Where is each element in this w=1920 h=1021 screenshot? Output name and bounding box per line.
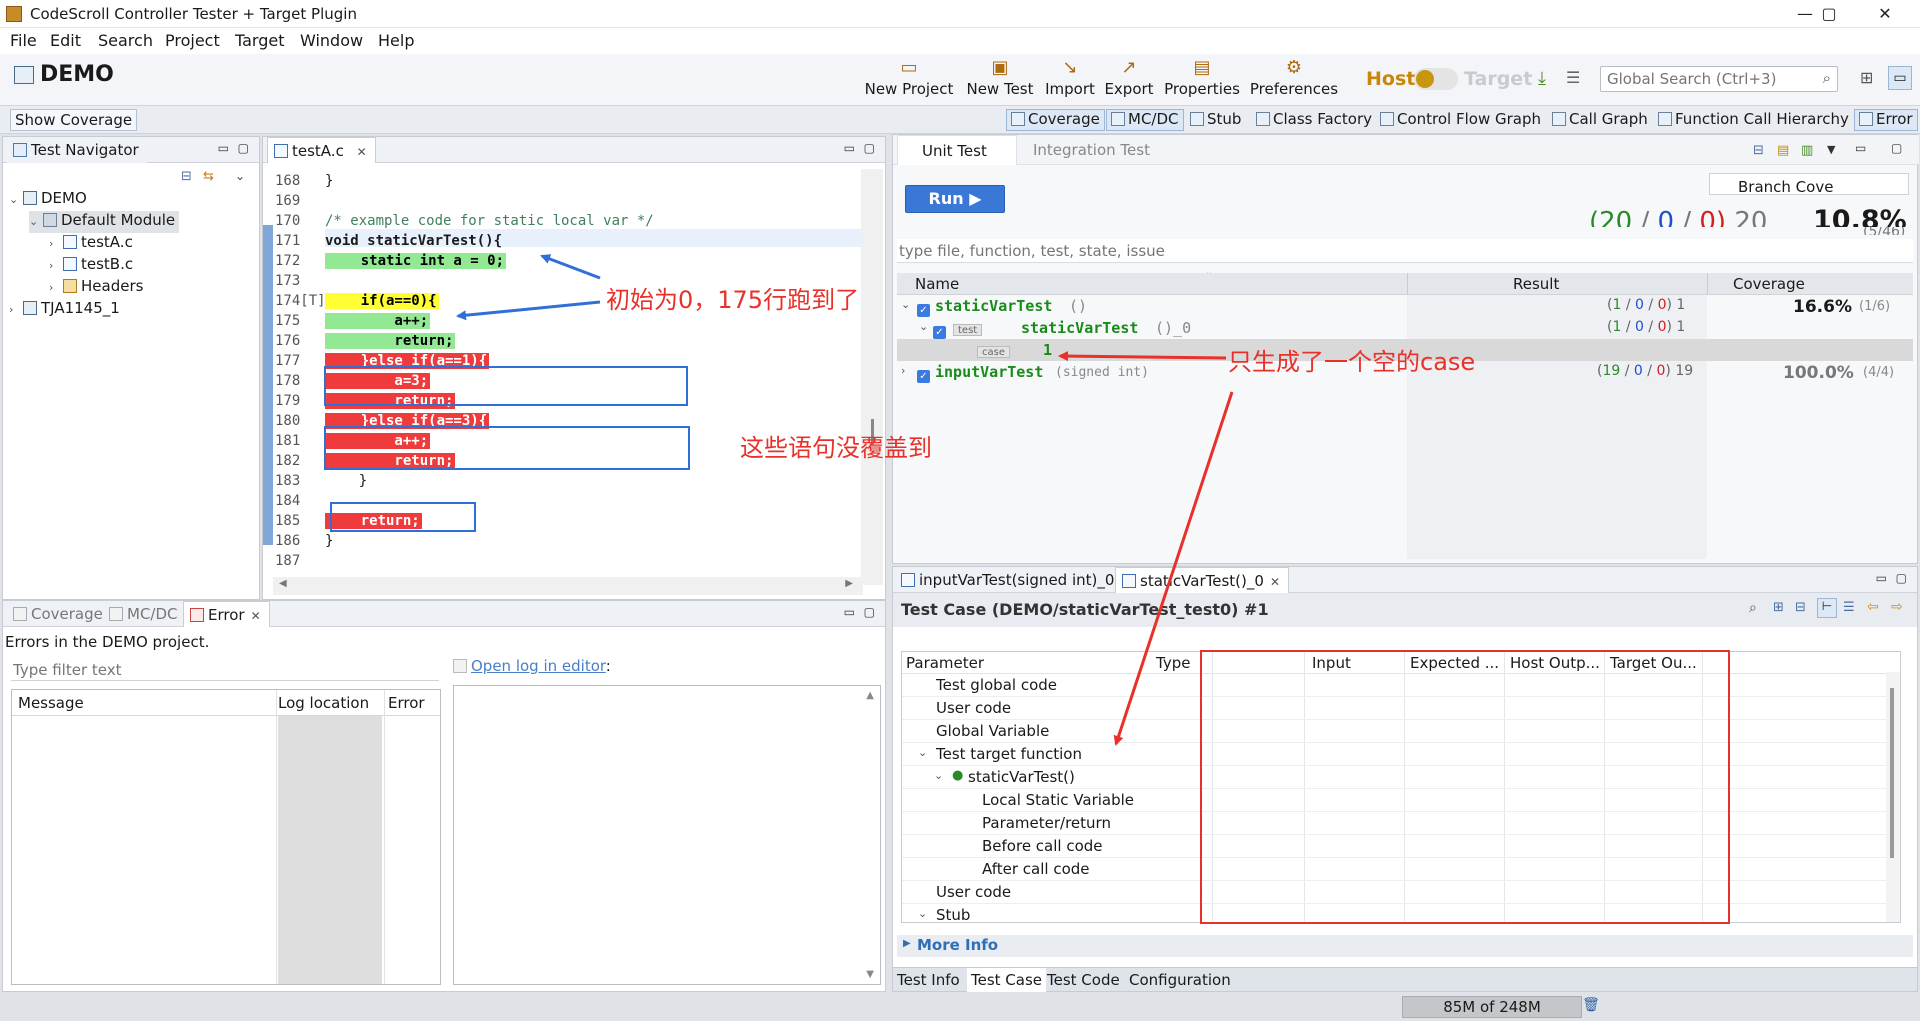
arrow-to-empty-case	[1058, 351, 1227, 362]
annotation-arrows	[456, 254, 1234, 746]
arrow-to-global-variable	[1113, 391, 1234, 746]
arrow-to-line-175	[456, 300, 601, 321]
arrow-to-line-172	[540, 254, 601, 280]
